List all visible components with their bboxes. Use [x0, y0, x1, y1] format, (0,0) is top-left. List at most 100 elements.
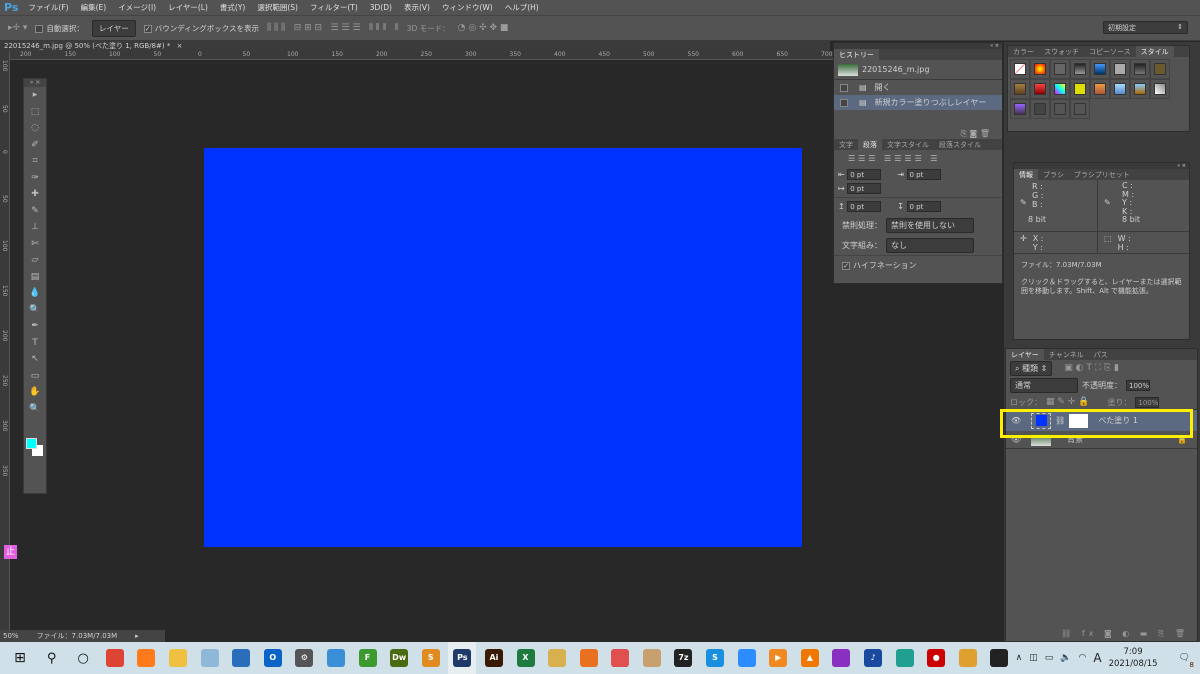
taskbar-notepad[interactable] — [196, 642, 224, 674]
tray-overflow-icon[interactable]: ∧ — [1016, 653, 1023, 663]
layer-filter-icons[interactable]: ▣ ◐ T ⛶ ⎘ ▮ — [1064, 363, 1119, 373]
taskbar-dreamweaver[interactable]: Dw — [385, 642, 413, 674]
tab-history[interactable]: ヒストリー — [834, 49, 879, 60]
blur-tool-icon[interactable]: 💧 — [24, 285, 46, 302]
style-swatch[interactable] — [1110, 79, 1130, 99]
hand-tool-icon[interactable]: ✋ — [24, 384, 46, 401]
taskbar-recorder[interactable]: ● — [922, 642, 950, 674]
align-icons[interactable]: ⫼ ⫼ ⫼ ⊟ ⊞ ⊟ ☰ ☰ ☰ ⫴ ⫴ ⫴ ⦀ — [267, 23, 399, 33]
style-swatch[interactable] — [1030, 99, 1050, 119]
type-tool-icon[interactable]: T — [24, 335, 46, 352]
indent-left-field[interactable]: ⇤ 0 pt — [838, 169, 882, 180]
style-swatch[interactable] — [1070, 79, 1090, 99]
pen-tool-icon[interactable]: ✒ — [24, 318, 46, 335]
crop-tool-icon[interactable]: ⌗ — [24, 153, 46, 170]
tab-layers-1[interactable]: チャンネル — [1044, 349, 1089, 360]
menu-select[interactable]: 選択範囲(S) — [257, 2, 298, 13]
indent-right-field[interactable]: ⇥ 0 pt — [897, 169, 941, 180]
quick-select-tool-icon[interactable]: ✐ — [24, 137, 46, 154]
style-swatch[interactable] — [1030, 79, 1050, 99]
taskbar-explorer[interactable] — [164, 642, 192, 674]
menu-edit[interactable]: 編集(E) — [81, 2, 107, 13]
first-line-indent-field[interactable]: ↦ 0 pt — [834, 180, 1002, 197]
ime-indicator[interactable]: A — [1093, 651, 1101, 665]
taskbar-illustrator[interactable]: Ai — [480, 642, 508, 674]
menu-type[interactable]: 書式(Y) — [220, 2, 245, 13]
dodge-tool-icon[interactable]: 🔍 — [24, 302, 46, 319]
taskbar-brain-app[interactable] — [891, 642, 919, 674]
menu-image[interactable]: イメージ(I) — [118, 2, 156, 13]
menu-filter[interactable]: フィルター(T) — [310, 2, 358, 13]
style-swatch[interactable] — [1130, 79, 1150, 99]
history-brush-tool-icon[interactable]: ✄ — [24, 236, 46, 253]
marquee-tool-icon[interactable]: ⬚ — [24, 104, 46, 121]
battery-icon[interactable]: ▭ — [1045, 653, 1054, 663]
menu-window[interactable]: ウィンドウ(W) — [442, 2, 493, 13]
style-swatch[interactable] — [1030, 59, 1050, 79]
taskbar-7zip[interactable]: 7z — [669, 642, 697, 674]
taskbar-firefox[interactable] — [132, 642, 160, 674]
eraser-tool-icon[interactable]: ▱ — [24, 252, 46, 269]
style-swatch[interactable] — [1050, 79, 1070, 99]
eyedropper-tool-icon[interactable]: ✑ — [24, 170, 46, 187]
path-select-tool-icon[interactable]: ↖ — [24, 351, 46, 368]
taskbar-contacts[interactable] — [322, 642, 350, 674]
meet-icon[interactable]: ◫ — [1029, 653, 1038, 663]
style-swatch[interactable] — [1050, 59, 1070, 79]
notification-icon[interactable]: 🗨 8 — [1179, 653, 1196, 669]
style-swatch[interactable] — [1050, 99, 1070, 119]
tab-info-1[interactable]: ブラシ — [1038, 169, 1069, 180]
style-swatch[interactable] — [1150, 59, 1170, 79]
style-swatch[interactable] — [1070, 59, 1090, 79]
tab-info-0[interactable]: 情報 — [1014, 169, 1038, 180]
tab-paragraph-0[interactable]: 文字 — [834, 139, 858, 150]
taskbar-paint[interactable] — [638, 642, 666, 674]
tab-styles-3[interactable]: スタイル — [1135, 46, 1174, 57]
blend-mode-dropdown[interactable]: 通常 — [1010, 378, 1078, 393]
app-overlay-icon[interactable]: 止 — [4, 545, 17, 559]
taskbar-outlook[interactable]: O — [259, 642, 287, 674]
taskbar-chrome[interactable] — [101, 642, 129, 674]
menu-3d[interactable]: 3D(D) — [370, 3, 392, 12]
history-snapshot[interactable]: 22015246_m.jpg — [834, 60, 1002, 80]
move-tool-icon[interactable]: ▸✛ ▾ — [8, 23, 27, 33]
auto-select-dropdown[interactable]: レイヤー — [91, 19, 136, 37]
kinsoku-dropdown[interactable]: 禁則を使用しない — [886, 218, 974, 233]
foreground-color-swatch[interactable] — [26, 438, 37, 449]
taskbar-vlc[interactable]: ▲ — [796, 642, 824, 674]
fill-field[interactable]: 100% — [1135, 396, 1160, 408]
taskbar-sticky[interactable] — [985, 642, 1013, 674]
auto-select-checkbox[interactable]: 自動選択： — [35, 23, 84, 34]
taskbar-music[interactable]: ♪ — [859, 642, 887, 674]
taskbar-butterfly[interactable] — [575, 642, 603, 674]
style-swatch[interactable] — [1150, 79, 1170, 99]
zoom-tool-icon[interactable]: 🔍 — [24, 401, 46, 418]
shape-tool-icon[interactable]: ▭ — [24, 368, 46, 385]
history-item[interactable]: ▤ 開く — [834, 80, 1002, 95]
taskbar-sublime[interactable]: S — [417, 642, 445, 674]
search-button[interactable]: ⚲ — [38, 642, 66, 674]
brush-tool-icon[interactable]: ✎ — [24, 203, 46, 220]
canvas[interactable] — [204, 148, 802, 547]
style-swatch[interactable] — [1090, 79, 1110, 99]
cortana-button[interactable]: ○ — [69, 642, 97, 674]
history-item[interactable]: ▤ 新規カラー塗りつぶしレイヤー — [834, 95, 1002, 110]
style-swatch[interactable] — [1010, 79, 1030, 99]
style-swatch[interactable] — [1110, 59, 1130, 79]
tab-styles-0[interactable]: カラー — [1008, 46, 1039, 57]
taskbar-skype[interactable]: S — [701, 642, 729, 674]
mojikumi-dropdown[interactable]: なし — [886, 238, 974, 253]
style-swatch[interactable] — [1010, 99, 1030, 119]
workspace-preset-dropdown[interactable]: 初期設定 ⇕ — [1103, 21, 1188, 34]
taskbar-pen-app[interactable] — [543, 642, 571, 674]
opacity-field[interactable]: 100% — [1126, 380, 1150, 391]
menu-file[interactable]: ファイル(F) — [28, 2, 68, 13]
lock-icons[interactable]: ▦ ✎ ✛ 🔒 — [1046, 397, 1089, 407]
menu-layer[interactable]: レイヤー(L) — [168, 2, 208, 13]
taskbar-excel[interactable]: X — [512, 642, 540, 674]
taskbar-player[interactable]: ▶ — [764, 642, 792, 674]
taskbar-settings[interactable]: ⚙ — [290, 642, 318, 674]
tab-paragraph-2[interactable]: 文字スタイル — [882, 139, 934, 150]
menu-view[interactable]: 表示(V) — [404, 2, 430, 13]
taskbar-photos[interactable] — [227, 642, 255, 674]
